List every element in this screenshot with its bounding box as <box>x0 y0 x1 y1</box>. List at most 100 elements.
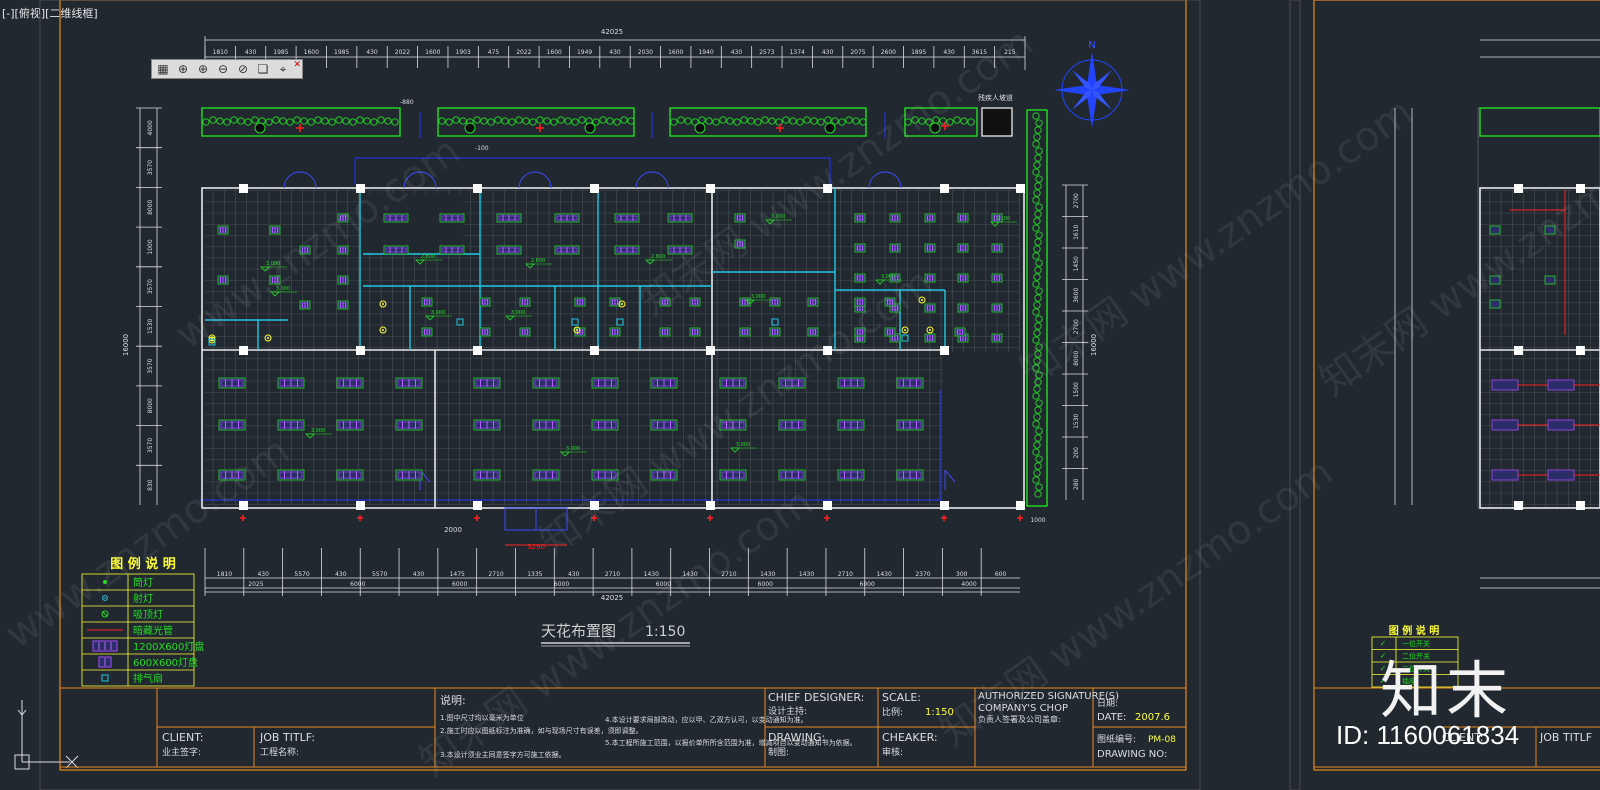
cad-drawing[interactable]: 42025 1810 430 1985 1600 1985 430 2022 1600 1903… <box>0 0 1600 790</box>
dim-label: 2700 <box>1073 319 1080 334</box>
checker-label-cn: 审核: <box>882 746 903 758</box>
light-panel <box>896 377 924 389</box>
shrub <box>244 118 252 126</box>
light-panel <box>218 419 246 431</box>
shrub <box>824 116 832 124</box>
shrub <box>1035 371 1043 379</box>
orbit-minus-icon[interactable]: ⊖ <box>214 60 232 78</box>
light-panel <box>337 300 349 310</box>
bottom-dim-segments: 1810 430 5570 430 5570 430 1475 2710 1335 430 2710… <box>204 548 1007 596</box>
dim-label: 300 <box>956 571 968 578</box>
shrub <box>452 116 460 124</box>
column <box>706 184 715 193</box>
light-panel <box>496 245 522 255</box>
orbit-plus-icon[interactable]: ⊕ <box>194 60 212 78</box>
light-panel <box>896 469 924 481</box>
shrub <box>307 118 315 126</box>
column <box>1016 501 1025 510</box>
light-panel <box>991 243 1003 253</box>
orbit-icon[interactable]: ⊕ <box>174 60 192 78</box>
light-panel <box>479 297 491 307</box>
date-label: DATE: <box>1097 712 1126 723</box>
shrub <box>1033 133 1041 141</box>
shrub <box>838 118 846 126</box>
note-1: 1.图中尺寸均以毫米为单位 <box>440 713 524 722</box>
date-label-cn: 日期: <box>1097 698 1118 709</box>
double-door <box>518 171 552 189</box>
shrub <box>1032 196 1040 204</box>
light-panel <box>519 297 531 307</box>
company-chop-label-cn: 负责人签署及公司盖章: <box>978 714 1061 724</box>
drawing-label: DRAWING: <box>768 731 825 744</box>
red-marker <box>591 515 597 521</box>
light-panel <box>957 273 969 283</box>
light-panel <box>609 297 621 307</box>
light-panel <box>854 213 866 223</box>
close-icon[interactable]: ✕ <box>293 60 301 70</box>
shrub <box>314 116 322 124</box>
light-panel <box>217 275 229 285</box>
dim-label: 4000 <box>147 120 154 135</box>
drawing-no-label-cn: 图纸编号: <box>1097 733 1136 745</box>
column <box>239 501 248 510</box>
dim-label: 1530 <box>1073 413 1080 428</box>
dim-label: 1940 <box>698 49 713 56</box>
left-overall-dim: 16000 <box>122 334 130 356</box>
ceiling-grid-mask-stair <box>942 352 1020 505</box>
dim-label: 475 <box>488 49 500 56</box>
dim-label: 8000 <box>147 398 154 413</box>
column <box>706 501 715 510</box>
shrub <box>946 118 954 126</box>
shrub <box>1034 238 1042 246</box>
cube-icon[interactable]: ❏ <box>254 60 272 78</box>
shrub <box>859 118 867 126</box>
spotlight-icon <box>102 595 108 601</box>
light-panel <box>778 419 806 431</box>
light-panel <box>991 303 1003 313</box>
fire-marks <box>240 515 1023 521</box>
light-panel <box>734 213 746 223</box>
shrub <box>265 118 273 126</box>
shrub <box>571 118 579 126</box>
shrub <box>342 117 350 125</box>
dim-label: 2600 <box>881 49 896 56</box>
dim-label: 3570 <box>147 279 154 294</box>
dim-label: 280 <box>1073 478 1080 490</box>
light-panel <box>854 243 866 253</box>
dim-label: 430 <box>245 49 257 56</box>
job-label-cn: 工程名称: <box>260 746 299 758</box>
compass-north-label: N <box>1088 40 1095 51</box>
red-marker <box>707 515 713 521</box>
crosshair-icon[interactable]: ⌖ <box>274 60 292 78</box>
level-top: -880 <box>400 99 414 106</box>
dim-label: 6000 <box>860 581 875 588</box>
dim-label: 600 <box>995 571 1007 578</box>
light-panel <box>337 213 349 223</box>
light-panel <box>924 243 936 253</box>
column <box>356 184 365 193</box>
light-panel <box>1544 275 1556 285</box>
drawing-no-label: DRAWING NO: <box>1097 749 1167 760</box>
chief-designer-label-cn: 设计主持: <box>768 705 807 717</box>
light-panel <box>439 245 465 255</box>
shrub <box>620 116 628 124</box>
zoom-icon[interactable]: ⊘ <box>234 60 252 78</box>
view-box-icon[interactable]: ▦ <box>154 60 172 78</box>
shrub <box>684 117 692 125</box>
dim-label: 1610 <box>1073 224 1080 239</box>
column <box>1576 346 1585 355</box>
scale-label: SCALE: <box>882 691 921 704</box>
shrub <box>536 116 544 124</box>
shrub <box>1032 392 1040 400</box>
light-panel <box>807 327 819 337</box>
scale-value: 1:150 <box>925 707 954 718</box>
light-panel <box>1489 225 1501 235</box>
svg-text:2.800: 2.800 <box>531 258 545 264</box>
entrance <box>504 507 568 531</box>
dim-label: 1500 <box>1073 382 1080 397</box>
shrub <box>740 116 748 124</box>
shrub <box>335 116 343 124</box>
light-panel <box>689 327 701 337</box>
shrub <box>1032 308 1040 316</box>
shrub <box>606 117 614 125</box>
